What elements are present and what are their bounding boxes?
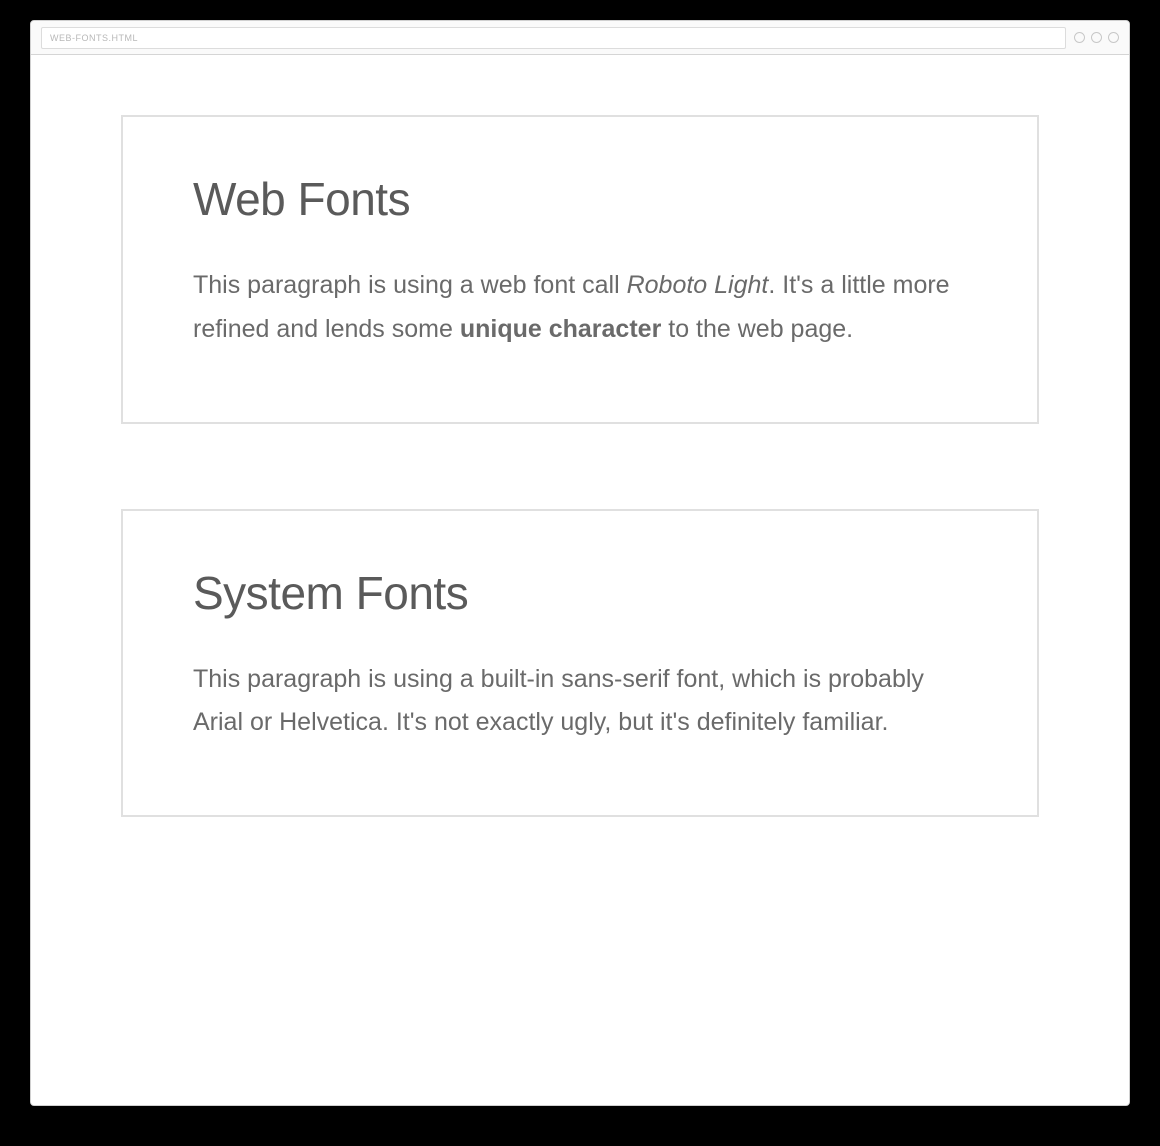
maximize-icon[interactable] bbox=[1091, 32, 1102, 43]
system-fonts-paragraph: This paragraph is using a built-in sans-… bbox=[193, 658, 967, 746]
browser-titlebar: WEB-FONTS.HTML bbox=[31, 21, 1129, 55]
address-bar[interactable]: WEB-FONTS.HTML bbox=[41, 27, 1066, 49]
italic-font-name: Roboto Light bbox=[627, 271, 769, 299]
web-fonts-heading: Web Fonts bbox=[193, 172, 967, 226]
browser-content: Web Fonts This paragraph is using a web … bbox=[31, 55, 1129, 1105]
bold-emphasis: unique character bbox=[460, 315, 661, 343]
system-fonts-card: System Fonts This paragraph is using a b… bbox=[121, 509, 1039, 818]
paragraph-text: to the web page. bbox=[661, 315, 853, 343]
minimize-icon[interactable] bbox=[1074, 32, 1085, 43]
window-controls bbox=[1074, 32, 1119, 43]
close-icon[interactable] bbox=[1108, 32, 1119, 43]
system-fonts-heading: System Fonts bbox=[193, 566, 967, 620]
web-fonts-card: Web Fonts This paragraph is using a web … bbox=[121, 115, 1039, 424]
paragraph-text: This paragraph is using a web font call bbox=[193, 271, 627, 299]
address-text: WEB-FONTS.HTML bbox=[50, 33, 138, 43]
browser-window: WEB-FONTS.HTML Web Fonts This paragraph … bbox=[30, 20, 1130, 1106]
web-fonts-paragraph: This paragraph is using a web font call … bbox=[193, 264, 967, 352]
